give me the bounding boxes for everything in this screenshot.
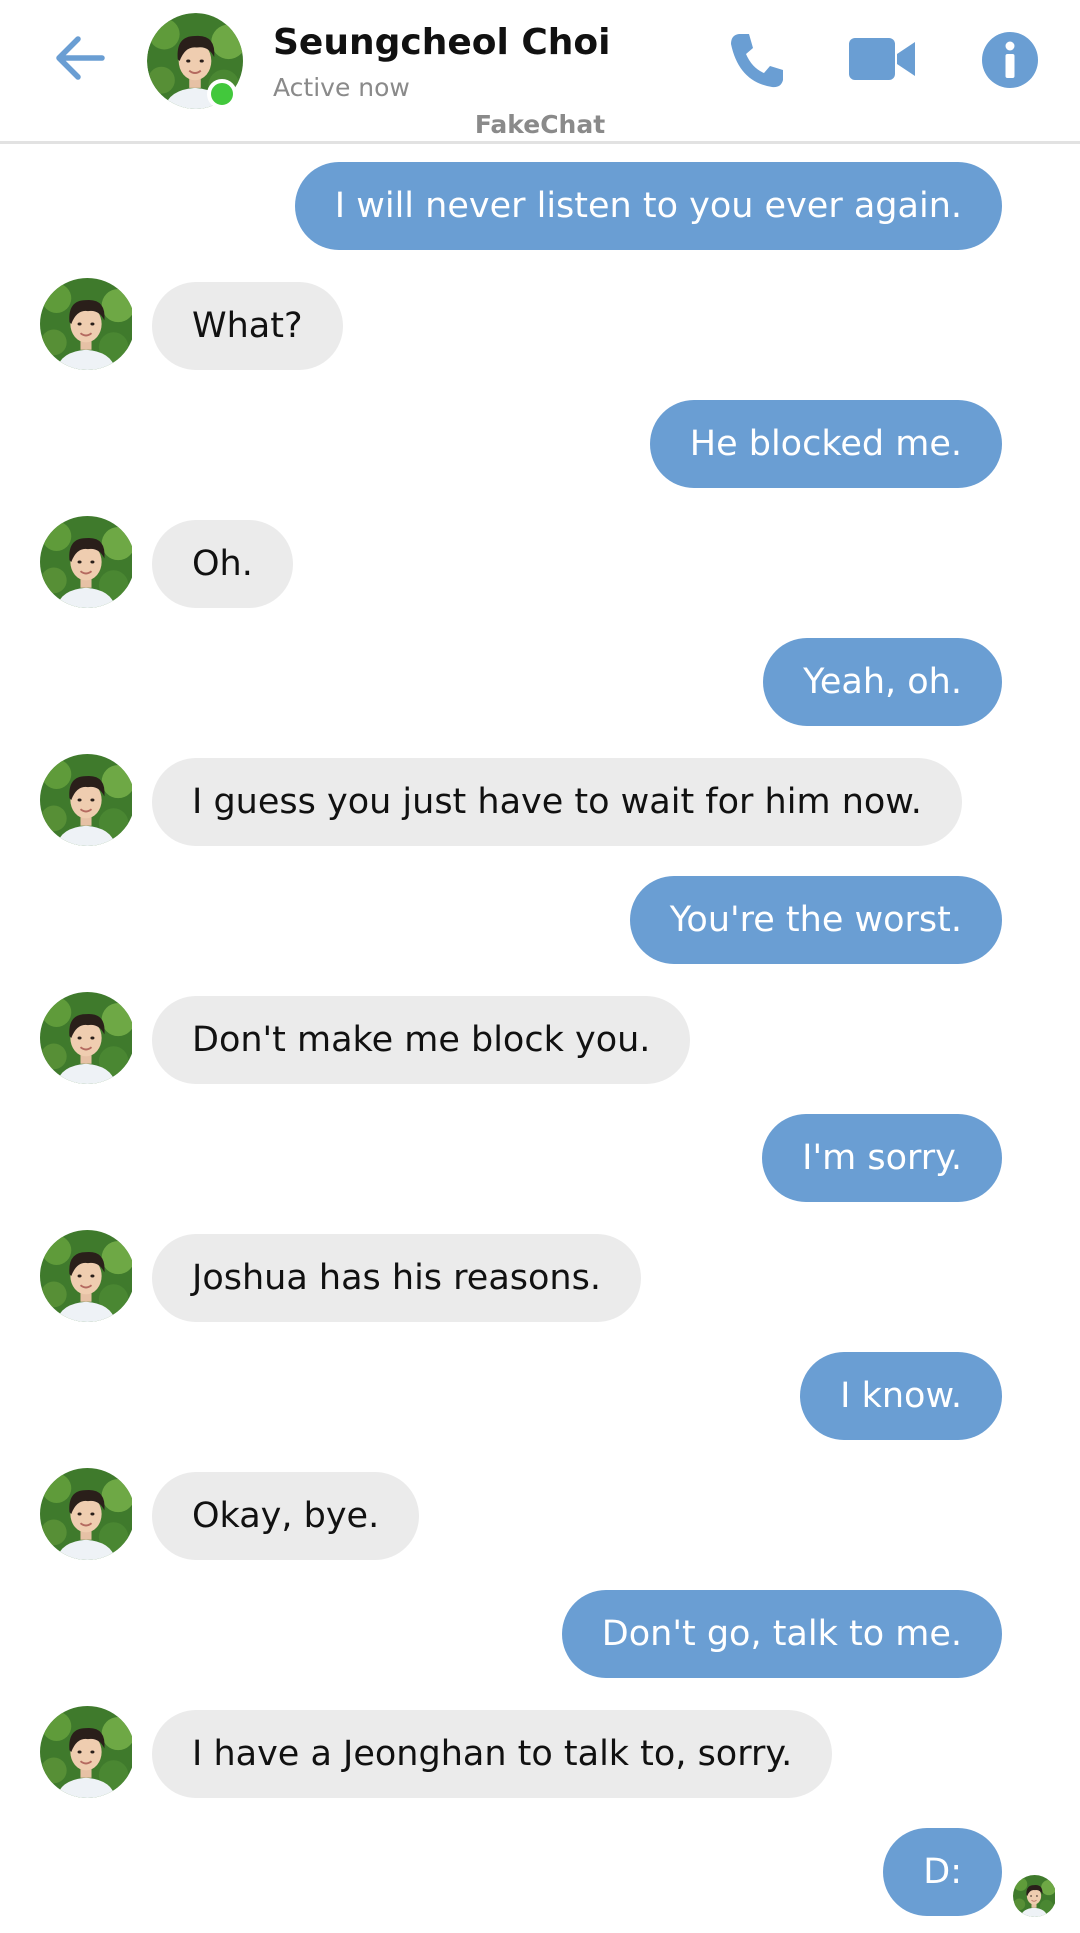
video-camera-icon[interactable] [847,34,919,84]
sender-avatar [40,278,132,370]
message-bubble-outgoing[interactable]: I'm sorry. [762,1114,1002,1202]
phone-icon[interactable] [725,28,789,92]
message-bubble-outgoing[interactable]: Don't go, talk to me. [561,1590,1002,1678]
message-bubble-incoming[interactable]: I guess you just have to wait for him no… [152,758,962,846]
message-bubble-incoming[interactable]: Joshua has his reasons. [152,1234,641,1322]
sender-avatar [40,754,132,846]
sender-avatar [40,992,132,1084]
online-status-dot [207,79,237,109]
message-bubble-incoming[interactable]: Oh. [152,520,293,608]
message-bubble-outgoing[interactable]: You're the worst. [629,876,1002,964]
message-bubble-outgoing[interactable]: Yeah, oh. [763,638,1002,726]
contact-avatar[interactable] [147,13,243,109]
message-bubble-incoming[interactable]: What? [152,282,343,370]
message-bubble-incoming[interactable]: I have a Jeonghan to talk to, sorry. [152,1710,833,1798]
sender-avatar [40,1230,132,1322]
message-bubble-outgoing[interactable]: I will never listen to you ever again. [294,162,1002,250]
sender-avatar [40,1468,132,1560]
contact-name[interactable]: Seungcheol Choi [273,22,610,63]
back-arrow-icon[interactable] [50,28,110,88]
info-icon[interactable] [980,30,1040,90]
sender-avatar [40,516,132,608]
active-status: Active now [273,73,410,102]
app-watermark: FakeChat [474,110,606,139]
message-bubble-outgoing[interactable]: I know. [800,1352,1002,1440]
chat-header: Seungcheol Choi Active now FakeChat [0,0,1080,144]
message-bubble-incoming[interactable]: Don't make me block you. [152,996,691,1084]
sender-avatar [40,1706,132,1798]
message-bubble-outgoing[interactable]: He blocked me. [649,400,1002,488]
message-bubble-outgoing[interactable]: D: [883,1828,1002,1916]
message-bubble-incoming[interactable]: Okay, bye. [152,1472,420,1560]
seen-receipt-avatar [1013,1875,1055,1917]
